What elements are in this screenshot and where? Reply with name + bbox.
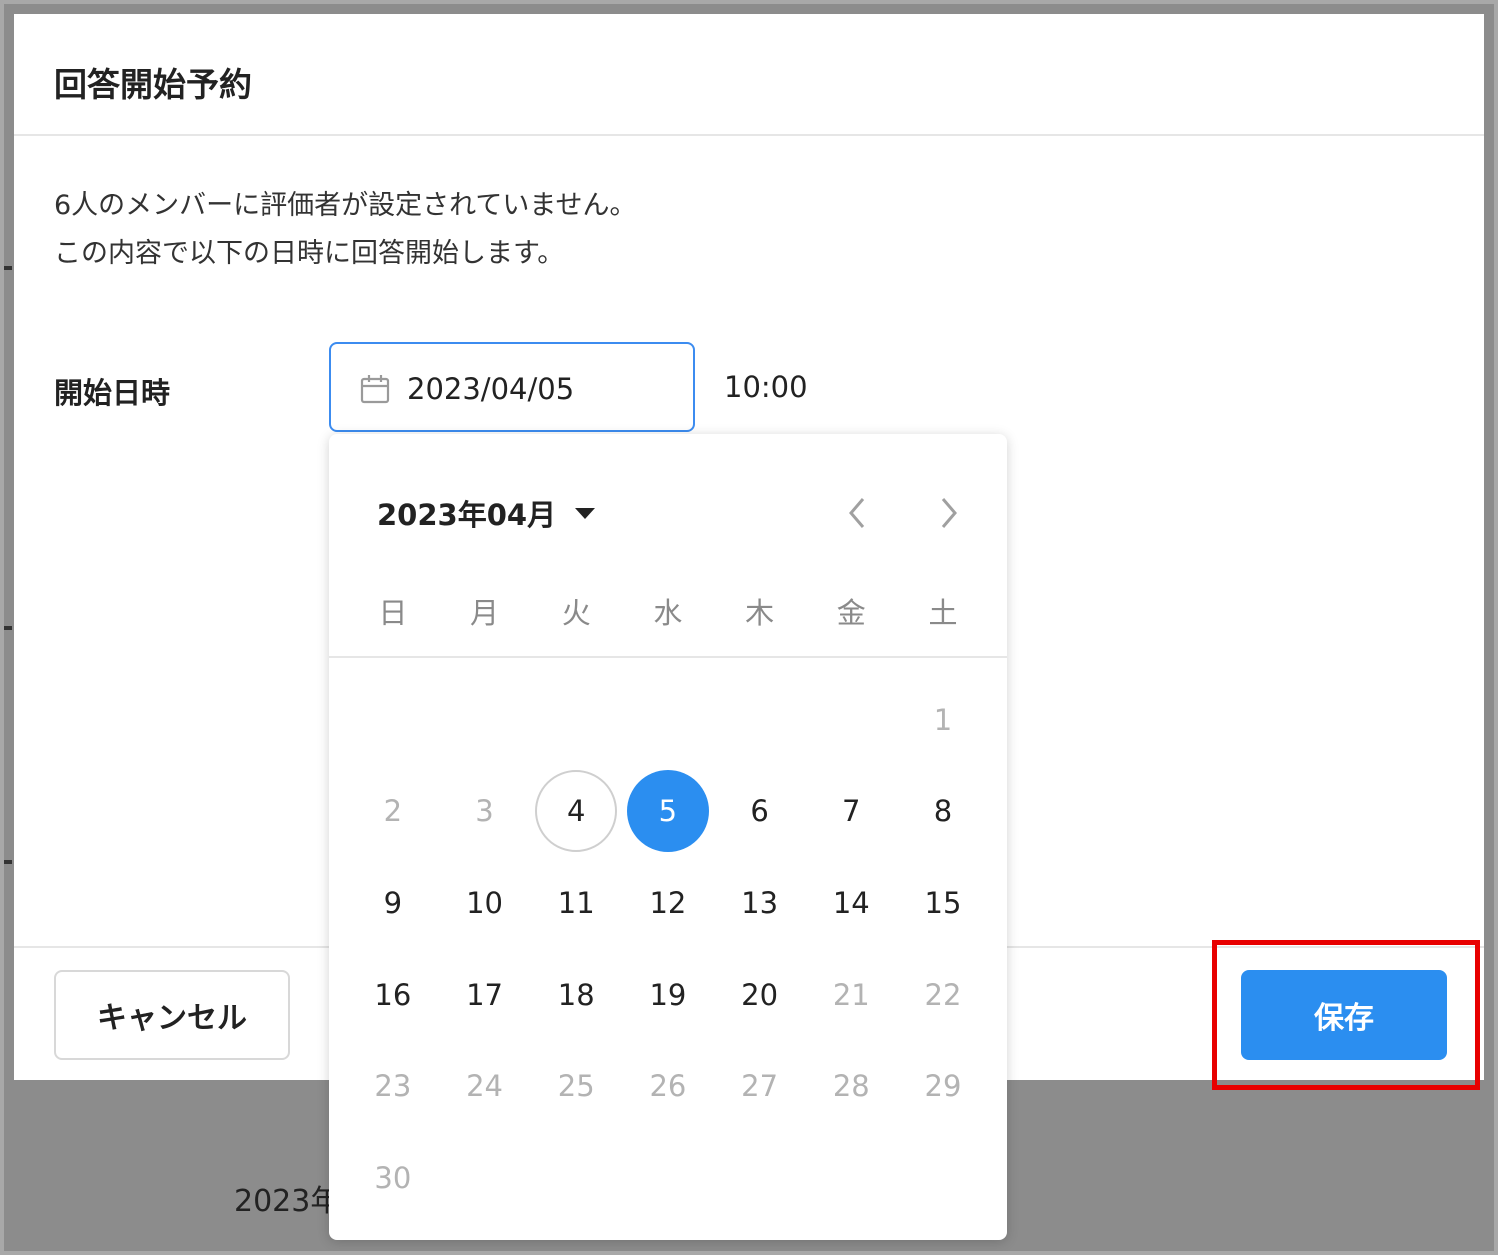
month-label: 2023年04月 <box>377 498 557 532</box>
day-number: 2 <box>383 794 403 829</box>
start-datetime-label: 開始日時 <box>54 376 171 410</box>
day-number: 25 <box>557 1069 595 1104</box>
time-input[interactable]: 10:00 <box>724 370 808 404</box>
day-cell[interactable]: 19 <box>622 949 714 1041</box>
chevron-left-icon[interactable] <box>841 494 873 532</box>
day-number[interactable]: 14 <box>810 862 892 944</box>
background-mark <box>4 266 12 270</box>
day-number: 26 <box>649 1069 687 1104</box>
day-number: 21 <box>832 977 870 1012</box>
day-cell[interactable]: 7 <box>805 766 897 858</box>
day-number: 22 <box>924 977 962 1012</box>
days-grid: 1 2 3 4 5 6 7 8 9 10 11 12 13 14 15 16 17 18 19 20 21 22 23 24 2… <box>347 674 989 1224</box>
message-line: 6人のメンバーに評価者が設定されていません。 <box>54 190 637 221</box>
calendar-icon <box>360 375 390 404</box>
day-cell[interactable]: 8 <box>897 766 989 858</box>
day-cell: 25 <box>530 1040 622 1132</box>
day-number[interactable]: 12 <box>627 862 709 944</box>
screenshot-frame: 2023年 回答開始予約 6人のメンバーに評価者が設定されていません。 この内容… <box>0 0 1498 1255</box>
day-cell[interactable]: 6 <box>714 766 806 858</box>
day-cell-empty <box>805 674 897 766</box>
date-picker-popup: 2023年04月 日 月 火 水 木 金 土 1 2 3 4 5 6 7 8 9 10 11 12 13… <box>329 434 1007 1240</box>
weekday-label: 火 <box>561 596 591 630</box>
day-cell[interactable]: 9 <box>347 857 439 949</box>
background-mark <box>4 860 12 864</box>
day-cell-empty <box>714 674 806 766</box>
weekday-label: 木 <box>745 596 775 630</box>
day-cell: 24 <box>439 1040 531 1132</box>
day-cell: 29 <box>897 1040 989 1132</box>
day-cell: 2 <box>347 766 439 858</box>
selected-day[interactable]: 5 <box>626 770 709 853</box>
day-number: 29 <box>924 1069 962 1104</box>
dialog-message: 6人のメンバーに評価者が設定されていません。 この内容で以下の日時に回答開始しま… <box>54 182 637 278</box>
weekday-label: 日 <box>378 596 408 630</box>
day-number[interactable]: 6 <box>719 770 801 852</box>
day-cell: 28 <box>805 1040 897 1132</box>
weekday-label: 土 <box>928 596 958 630</box>
day-number: 23 <box>374 1069 412 1104</box>
weekday-header: 日 月 火 水 木 金 土 <box>347 590 989 634</box>
day-cell[interactable]: 17 <box>439 949 531 1041</box>
day-cell: 30 <box>347 1132 439 1224</box>
day-cell[interactable]: 11 <box>530 857 622 949</box>
day-cell: 3 <box>439 766 531 858</box>
dialog-header: 回答開始予約 <box>14 14 1484 136</box>
day-cell-empty <box>622 674 714 766</box>
day-cell[interactable]: 14 <box>805 857 897 949</box>
day-number: 3 <box>475 794 494 829</box>
day-cell: 23 <box>347 1040 439 1132</box>
day-number[interactable]: 15 <box>902 862 984 944</box>
day-cell: 1 <box>897 674 989 766</box>
day-number[interactable]: 20 <box>719 954 801 1036</box>
day-number: 27 <box>741 1069 779 1104</box>
day-cell: 27 <box>714 1040 806 1132</box>
day-cell: 26 <box>622 1040 714 1132</box>
date-value: 2023/04/05 <box>407 372 575 406</box>
day-number[interactable]: 8 <box>902 770 984 852</box>
day-number[interactable]: 16 <box>352 954 434 1036</box>
weekday-label: 金 <box>836 596 866 630</box>
background-partial-text: 2023年 <box>234 1184 341 1219</box>
day-cell[interactable]: 13 <box>714 857 806 949</box>
day-number: 24 <box>466 1069 503 1104</box>
save-highlight-box <box>1212 940 1480 1090</box>
day-number[interactable]: 9 <box>352 862 434 944</box>
today-day[interactable]: 4 <box>535 770 618 853</box>
day-number[interactable]: 18 <box>535 954 617 1036</box>
day-cell[interactable]: 15 <box>897 857 989 949</box>
day-cell: 21 <box>805 949 897 1041</box>
dialog-title: 回答開始予約 <box>54 65 252 104</box>
background-mark <box>4 626 12 630</box>
day-number: 30 <box>374 1160 412 1195</box>
weekday-label: 水 <box>653 596 683 630</box>
day-cell-empty <box>347 674 439 766</box>
day-cell: 22 <box>897 949 989 1041</box>
day-number[interactable]: 13 <box>719 862 801 944</box>
day-number[interactable]: 11 <box>535 862 617 944</box>
day-number[interactable]: 19 <box>627 954 709 1036</box>
day-cell-empty <box>530 674 622 766</box>
message-line: この内容で以下の日時に回答開始します。 <box>54 238 565 269</box>
day-cell[interactable]: 20 <box>714 949 806 1041</box>
day-number[interactable]: 17 <box>444 954 526 1036</box>
date-input[interactable]: 2023/04/05 <box>329 342 695 432</box>
chevron-right-icon[interactable] <box>933 494 965 532</box>
day-cell[interactable]: 5 <box>622 766 714 858</box>
day-cell[interactable]: 18 <box>530 949 622 1041</box>
weekday-divider <box>329 656 1007 658</box>
month-selector[interactable]: 2023年04月 <box>377 492 596 534</box>
day-number[interactable]: 10 <box>444 862 526 944</box>
weekday-label: 月 <box>470 596 500 630</box>
day-cell[interactable]: 4 <box>530 766 622 858</box>
day-number: 28 <box>832 1069 870 1104</box>
caret-down-icon <box>575 508 596 519</box>
day-cell-empty <box>439 674 531 766</box>
day-number: 1 <box>933 702 953 737</box>
day-number[interactable]: 7 <box>810 770 892 852</box>
day-cell[interactable]: 12 <box>622 857 714 949</box>
cancel-button[interactable]: キャンセル <box>54 970 290 1060</box>
day-cell[interactable]: 16 <box>347 949 439 1041</box>
day-cell[interactable]: 10 <box>439 857 531 949</box>
